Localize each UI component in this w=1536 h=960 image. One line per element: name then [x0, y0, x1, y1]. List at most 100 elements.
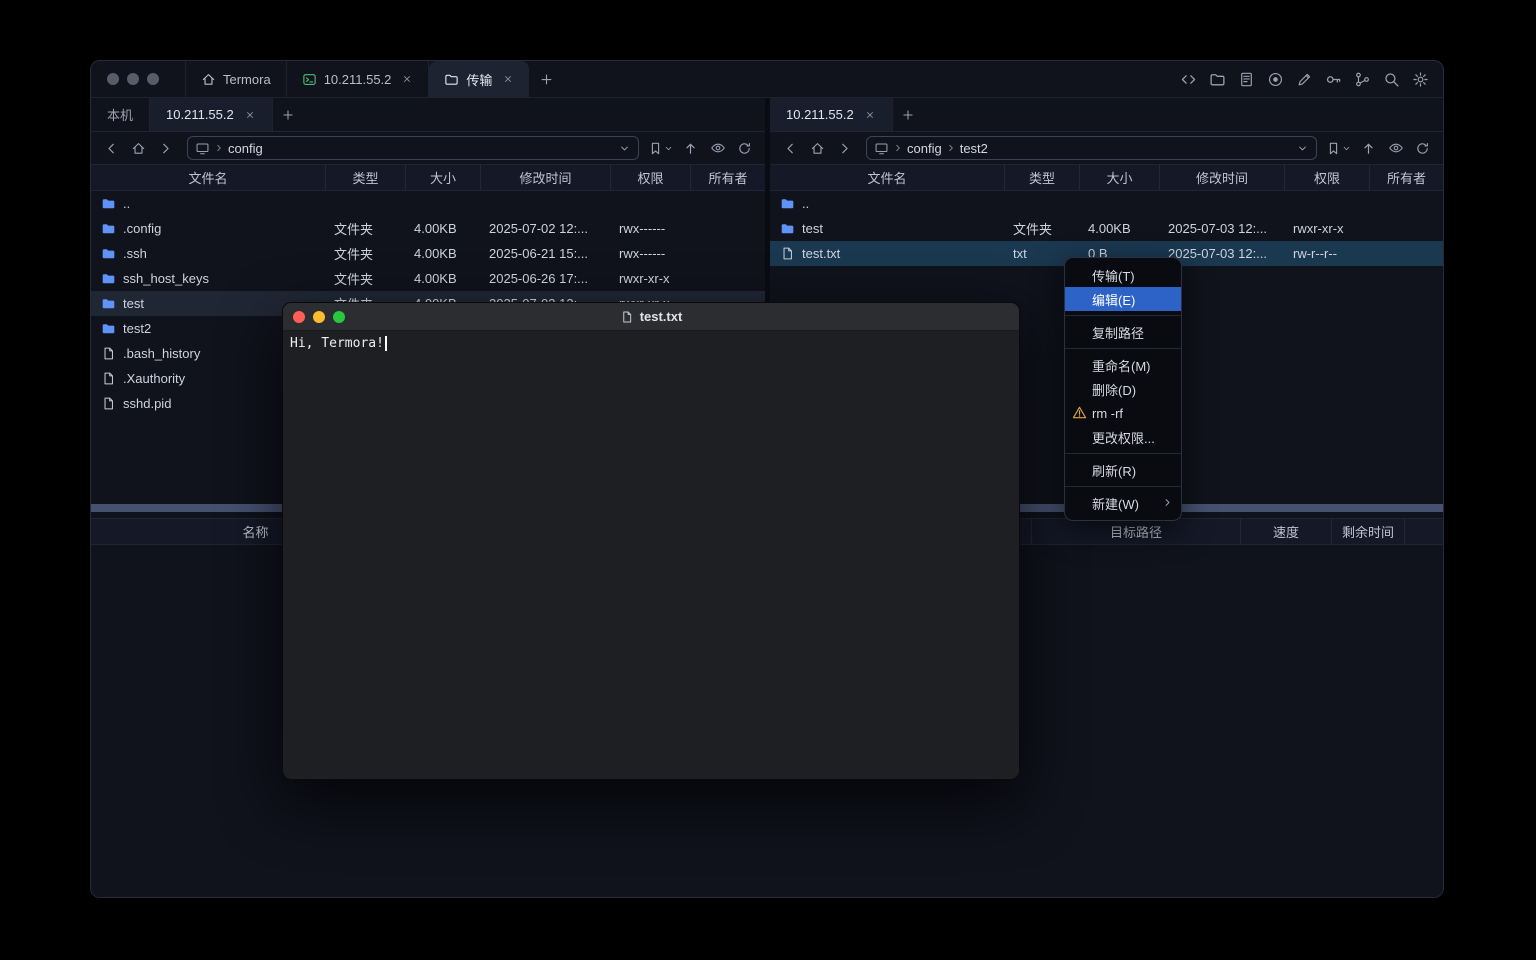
refresh-button[interactable] [1410, 136, 1435, 161]
left-table-header: 文件名 类型 大小 修改时间 权限 所有者 [91, 165, 765, 191]
settings-icon[interactable] [1411, 71, 1429, 89]
column-header-type[interactable]: 类型 [326, 165, 406, 190]
right-new-tab-button[interactable] [893, 98, 923, 131]
file-row-parent[interactable]: .. [91, 191, 765, 216]
show-hidden-files-button[interactable] [705, 136, 730, 161]
close-window-button[interactable] [293, 311, 305, 323]
column-header-size[interactable]: 大小 [406, 165, 481, 190]
menu-item-rename[interactable]: 重命名(M) [1065, 353, 1181, 377]
menu-item-copy-path[interactable]: 复制路径 [1065, 320, 1181, 344]
path-segment[interactable]: test2 [960, 141, 988, 156]
forward-button[interactable] [153, 136, 178, 161]
path-segment[interactable]: config [228, 141, 263, 156]
show-hidden-files-button[interactable] [1383, 136, 1408, 161]
forward-button[interactable] [832, 136, 857, 161]
close-tab-icon[interactable] [401, 73, 413, 85]
file-row-parent[interactable]: .. [770, 191, 1443, 216]
log-icon[interactable] [1237, 71, 1255, 89]
left-path-field[interactable]: config [187, 136, 639, 160]
code-icon[interactable] [1179, 71, 1197, 89]
menu-item-edit[interactable]: 编辑(E) [1065, 287, 1181, 311]
chevron-down-icon[interactable] [1296, 142, 1309, 155]
folder-icon [780, 221, 795, 236]
close-window-button[interactable] [107, 73, 119, 85]
tab-transfer[interactable]: 传输 [429, 61, 529, 97]
edit-icon[interactable] [1295, 71, 1313, 89]
parent-directory-button[interactable] [678, 136, 703, 161]
file-type-cell: 文件夹 [326, 241, 406, 266]
column-header-name[interactable]: 文件名 [91, 165, 326, 190]
column-header-size[interactable]: 大小 [1080, 165, 1160, 190]
chevron-down-icon[interactable] [618, 142, 631, 155]
zoom-window-button[interactable] [333, 311, 345, 323]
parent-directory-button[interactable] [1356, 136, 1381, 161]
menu-item-delete[interactable]: 删除(D) [1065, 377, 1181, 401]
transfer-column-speed[interactable]: 速度 [1241, 519, 1332, 544]
refresh-button[interactable] [732, 136, 757, 161]
transfer-column-target[interactable]: 目标路径 [1032, 519, 1241, 544]
plus-icon [539, 72, 554, 87]
editor-content[interactable]: Hi, Termora! [283, 331, 1019, 356]
folder-icon [101, 221, 116, 236]
menu-item-refresh[interactable]: 刷新(R) [1065, 458, 1181, 482]
transfer-column-eta[interactable]: 剩余时间 [1332, 519, 1405, 544]
column-header-perms[interactable]: 权限 [1285, 165, 1370, 190]
column-header-owner[interactable]: 所有者 [691, 165, 765, 190]
home-icon [131, 141, 146, 156]
file-type-cell: 文件夹 [326, 216, 406, 241]
close-tab-icon[interactable] [244, 109, 256, 121]
file-row-config[interactable]: .config 文件夹 4.00KB 2025-07-02 12:... rwx… [91, 216, 765, 241]
column-header-mtime[interactable]: 修改时间 [481, 165, 611, 190]
file-perms-cell: rwx------ [611, 216, 691, 241]
back-button[interactable] [99, 136, 124, 161]
column-header-name[interactable]: 文件名 [770, 165, 1005, 190]
menu-item-transfer[interactable]: 传输(T) [1065, 263, 1181, 287]
search-icon[interactable] [1382, 71, 1400, 89]
record-icon[interactable] [1266, 71, 1284, 89]
file-size-cell [1080, 191, 1160, 216]
plus-icon [281, 108, 295, 122]
zoom-window-button[interactable] [147, 73, 159, 85]
close-tab-icon[interactable] [502, 73, 514, 85]
file-type-cell: 文件夹 [326, 266, 406, 291]
home-button[interactable] [126, 136, 151, 161]
tab-termora[interactable]: Termora [185, 61, 287, 97]
back-button[interactable] [778, 136, 803, 161]
left-tab-local[interactable]: 本机 [91, 98, 150, 131]
menu-item-new[interactable]: 新建(W) [1065, 491, 1181, 515]
bookmark-button[interactable] [648, 141, 674, 156]
file-row-ssh-host-keys[interactable]: ssh_host_keys 文件夹 4.00KB 2025-06-26 17:.… [91, 266, 765, 291]
app-tab-bar: Termora 10.211.55.2 传输 [185, 61, 563, 97]
tab-host-10-211-55-2[interactable]: 10.211.55.2 [287, 61, 430, 97]
left-new-tab-button[interactable] [273, 98, 303, 131]
path-segment[interactable]: config [907, 141, 942, 156]
file-mtime-cell: 2025-07-03 12:... [1160, 216, 1285, 241]
folder-icon [101, 296, 116, 311]
column-header-mtime[interactable]: 修改时间 [1160, 165, 1285, 190]
chevron-right-icon [892, 142, 904, 154]
file-row-test[interactable]: test 文件夹 4.00KB 2025-07-03 12:... rwxr-x… [770, 216, 1443, 241]
folder-icon[interactable] [1208, 71, 1226, 89]
folder-icon [101, 196, 116, 211]
file-row-ssh[interactable]: .ssh 文件夹 4.00KB 2025-06-21 15:... rwx---… [91, 241, 765, 266]
minimize-window-button[interactable] [313, 311, 325, 323]
menu-item-change-permissions[interactable]: 更改权限... [1065, 425, 1181, 449]
column-header-perms[interactable]: 权限 [611, 165, 691, 190]
left-tab-host[interactable]: 10.211.55.2 [150, 98, 273, 131]
menu-item-rm-rf[interactable]: rm -rf [1065, 401, 1181, 425]
column-header-type[interactable]: 类型 [1005, 165, 1080, 190]
branch-icon[interactable] [1353, 71, 1371, 89]
home-button[interactable] [805, 136, 830, 161]
file-name-cell: .. [91, 191, 326, 216]
file-perms-cell: rwxr-xr-x [1285, 216, 1370, 241]
right-tab-host[interactable]: 10.211.55.2 [770, 98, 893, 131]
close-tab-icon[interactable] [864, 109, 876, 121]
column-header-owner[interactable]: 所有者 [1370, 165, 1443, 190]
bookmark-button[interactable] [1326, 141, 1352, 156]
refresh-icon [737, 141, 752, 156]
new-tab-button[interactable] [529, 61, 563, 97]
key-icon[interactable] [1324, 71, 1342, 89]
file-type-cell [326, 191, 406, 216]
right-path-field[interactable]: config test2 [866, 136, 1317, 160]
minimize-window-button[interactable] [127, 73, 139, 85]
